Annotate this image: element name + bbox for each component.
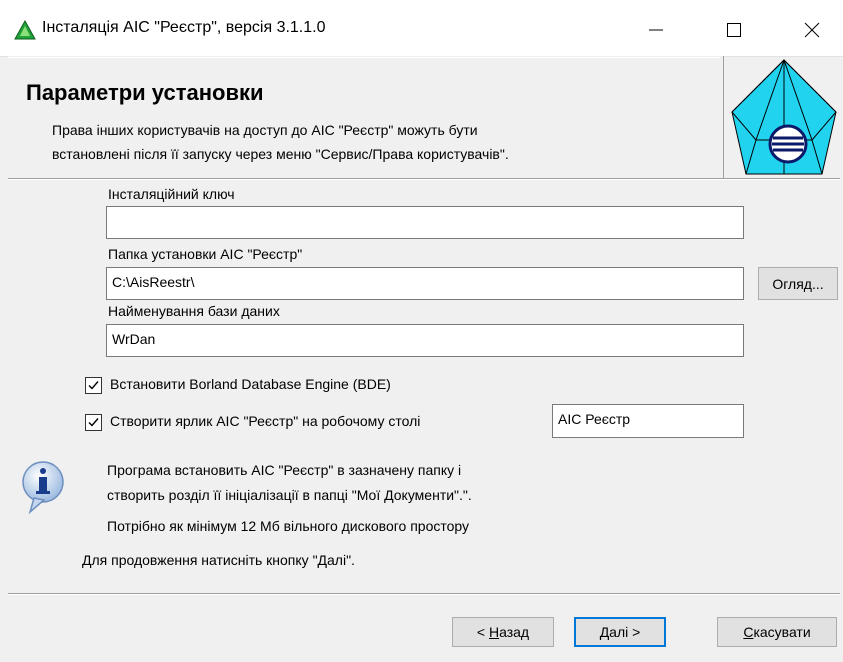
back-button-mnemonic: Н <box>488 624 500 640</box>
next-button[interactable]: Далі > <box>574 617 666 647</box>
bde-checkbox[interactable] <box>85 377 102 394</box>
minimize-button[interactable] <box>626 8 686 52</box>
install-key-label: Інсталяційний ключ <box>108 186 235 202</box>
separator-highlight <box>8 179 840 180</box>
page-description: Права інших користувачів на доступ до АІ… <box>52 118 712 166</box>
browse-button[interactable]: Огляд... <box>758 267 838 300</box>
info-text: Програма встановить АІС "Реєстр" в зазна… <box>107 458 667 539</box>
info-icon <box>22 461 64 515</box>
next-button-label: алі > <box>609 624 641 640</box>
checkmark-icon <box>88 418 99 427</box>
close-button[interactable] <box>782 8 842 52</box>
shortcut-name-input[interactable]: АІС Реєстр <box>552 404 744 438</box>
cancel-button-mnemonic: С <box>743 624 754 640</box>
install-folder-label: Папка установки АІС "Реєстр" <box>108 246 303 262</box>
checkmark-icon <box>88 381 99 390</box>
shortcut-checkbox[interactable] <box>85 414 102 431</box>
install-key-input[interactable] <box>106 206 744 239</box>
install-folder-input[interactable]: C:\AisReestr\ <box>106 267 744 300</box>
shortcut-checkbox-label[interactable]: Створити ярлик АІС "Реєстр" на робочому … <box>110 413 420 429</box>
window-title: Інсталяція АІС "Реєстр", версія 3.1.1.0 <box>42 19 326 36</box>
database-name-input[interactable]: WrDan <box>106 324 744 357</box>
continue-hint: Для продовження натисніть кнопку "Далі". <box>82 552 355 568</box>
next-button-mnemonic: Д <box>599 624 610 640</box>
bde-checkbox-label[interactable]: Встановити Borland Database Engine (BDE) <box>110 376 391 392</box>
back-button-prefix: < <box>476 624 489 640</box>
info-line3: Потрібно як мінімум 12 Мб вільного диско… <box>107 518 470 534</box>
minimize-icon <box>649 29 663 31</box>
page-description-line1: Права інших користувачів на доступ до АІ… <box>52 122 478 138</box>
pyramid-logo-icon <box>731 59 837 175</box>
back-button[interactable]: < Назад <box>452 617 554 647</box>
cancel-button-label: касувати <box>753 624 811 640</box>
maximize-icon <box>727 23 741 37</box>
cancel-button[interactable]: Скасувати <box>717 617 837 647</box>
close-icon <box>804 22 820 38</box>
page-title: Параметри установки <box>26 80 264 105</box>
back-button-label: азад <box>499 624 530 640</box>
page-description-line2: встановлені після її запуску через меню … <box>52 146 509 162</box>
header-highlight <box>8 57 720 58</box>
database-name-label: Найменування бази даних <box>108 303 280 319</box>
info-line2: створить розділ її ініціалізації в папці… <box>107 487 472 503</box>
maximize-button[interactable] <box>704 8 764 52</box>
app-icon <box>14 20 36 40</box>
separator-highlight <box>8 594 840 595</box>
info-line1: Програма встановить АІС "Реєстр" в зазна… <box>107 462 462 478</box>
